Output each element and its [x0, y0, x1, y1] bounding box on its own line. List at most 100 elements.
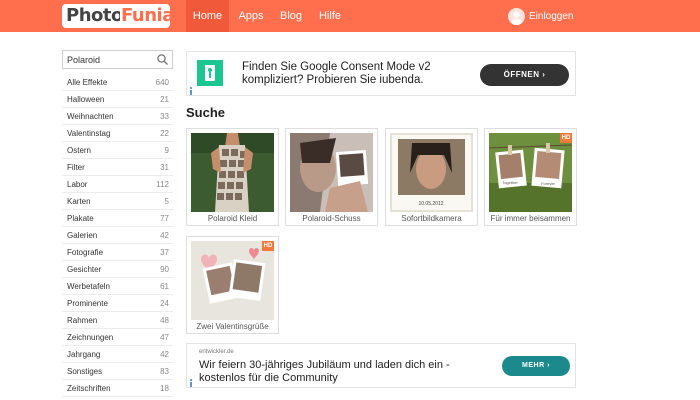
ad-open-button[interactable]: ÖFFNEN ›	[480, 64, 569, 86]
category-count: 90	[160, 265, 169, 274]
ad-info-icon[interactable]	[187, 378, 195, 388]
effect-caption: Für immer beisammen	[490, 214, 571, 223]
category-item[interactable]: Alle Effekte 640	[62, 74, 173, 91]
category-count: 83	[160, 367, 169, 376]
effect-card-polaroid-shot[interactable]: Polaroid-Schuss	[285, 128, 378, 226]
category-name: Plakate	[67, 214, 94, 223]
category-item[interactable]: Filter 31	[62, 159, 173, 176]
category-item[interactable]: Prominente 24	[62, 295, 173, 312]
category-name: Zeitschriften	[67, 384, 111, 393]
nav-blog[interactable]: Blog	[274, 0, 308, 32]
search-input[interactable]	[67, 53, 155, 67]
category-name: Filter	[67, 163, 85, 172]
category-item[interactable]: Zeitschriften 18	[62, 380, 173, 397]
category-count: 24	[160, 299, 169, 308]
category-item[interactable]: Plakate 77	[62, 210, 173, 227]
category-item[interactable]: Zeichnungen 47	[62, 329, 173, 346]
effect-caption: Polaroid Kleid	[207, 214, 258, 223]
lock-icon	[197, 60, 223, 86]
nav-apps[interactable]: Apps	[233, 0, 269, 32]
category-count: 640	[155, 78, 169, 87]
ad-text: Wir feiern 30-jähriges Jubiläum und lade…	[199, 359, 450, 384]
effect-card-two-valentines[interactable]: HD Zwei Valentinsgrüße	[186, 236, 279, 334]
logo-text-funia: Funia	[120, 4, 174, 28]
category-name: Fotografie	[67, 248, 104, 257]
category-item[interactable]: Fotografie 37	[62, 244, 173, 261]
category-count: 22	[160, 129, 169, 138]
ad-banner-top[interactable]: Finden Sie Google Consent Mode v2 kompli…	[186, 51, 576, 96]
photo-date-text: 10.05.2012	[418, 201, 443, 207]
category-name: Alle Effekte	[67, 78, 108, 87]
category-item[interactable]: Gesichter 90	[62, 261, 173, 278]
login-label: Einloggen	[529, 11, 574, 22]
category-count: 9	[164, 146, 169, 155]
effect-thumbnail	[191, 133, 274, 212]
effect-card-polaroid-dress[interactable]: Polaroid Kleid	[186, 128, 279, 226]
ad-brand: entwickler.de	[199, 349, 234, 355]
effect-thumbnail: HD	[191, 241, 274, 320]
category-count: 18	[160, 384, 169, 393]
category-item[interactable]: Sonstiges 83	[62, 363, 173, 380]
logo-text-photo: Photo	[62, 4, 123, 28]
hd-badge: HD	[560, 133, 572, 143]
page-title: Suche	[186, 105, 226, 120]
effect-card-together-forever[interactable]: Together Forever HD Für immer beisammen	[484, 128, 577, 226]
ad-open-label: ÖFFNEN	[503, 70, 540, 79]
search-icon[interactable]	[156, 53, 169, 66]
category-item[interactable]: Karten 5	[62, 193, 173, 210]
category-count: 33	[160, 112, 169, 121]
category-item[interactable]: Halloween 21	[62, 91, 173, 108]
category-name: Rahmen	[67, 316, 98, 325]
nav-home[interactable]: Home	[186, 0, 229, 32]
category-name: Valentinstag	[67, 129, 111, 138]
category-count: 77	[160, 214, 169, 223]
category-list: Alle Effekte 640 Halloween 21 Weihnachten 3…	[62, 74, 173, 397]
effect-caption: Sofortbildkamera	[401, 214, 462, 223]
category-item[interactable]: Rahmen 48	[62, 312, 173, 329]
category-count: 21	[160, 95, 169, 104]
category-name: Galerien	[67, 231, 98, 240]
category-count: 37	[160, 248, 169, 257]
category-name: Karten	[67, 197, 91, 206]
effect-thumbnail: Together Forever HD	[489, 133, 572, 212]
category-name: Zeichnungen	[67, 333, 114, 342]
photo-label-left: Together	[502, 180, 518, 185]
category-count: 48	[160, 316, 169, 325]
user-avatar-icon	[508, 8, 525, 25]
category-count: 112	[156, 180, 169, 189]
category-item[interactable]: Jahrgang 42	[62, 346, 173, 363]
category-name: Gesichter	[67, 265, 102, 274]
category-item[interactable]: Galerien 42	[62, 227, 173, 244]
category-name: Jahrgang	[67, 350, 101, 359]
category-name: Prominente	[67, 299, 108, 308]
top-navigation-bar: Photo Funia Home Apps Blog Hilfe Einlogg…	[0, 0, 700, 32]
category-item[interactable]: Labor 112	[62, 176, 173, 193]
hd-badge: HD	[262, 241, 274, 251]
photo-label-right: Forever	[541, 181, 555, 186]
category-name: Weihnachten	[67, 112, 114, 121]
ad-banner-bottom[interactable]: entwickler.de Wir feiern 30-jähriges Jub…	[186, 343, 576, 388]
category-name: Sonstiges	[67, 367, 103, 376]
effect-thumbnail: 10.05.2012	[390, 133, 473, 212]
effect-caption: Zwei Valentinsgrüße	[196, 322, 269, 331]
category-name: Werbetafeln	[67, 282, 110, 291]
effect-thumbnail	[290, 133, 373, 212]
category-name: Labor	[67, 180, 88, 189]
effect-card-instant-camera[interactable]: 10.05.2012 Sofortbildkamera	[385, 128, 478, 226]
category-item[interactable]: Weihnachten 33	[62, 108, 173, 125]
effect-caption: Polaroid-Schuss	[302, 214, 361, 223]
category-count: 42	[160, 231, 169, 240]
ad-more-label: MEHR	[522, 362, 545, 369]
category-count: 42	[160, 350, 169, 359]
category-item[interactable]: Werbetafeln 61	[62, 278, 173, 295]
ad-info-icon[interactable]	[187, 86, 195, 96]
ad-text: Finden Sie Google Consent Mode v2 kompli…	[242, 61, 431, 86]
category-item[interactable]: Valentinstag 22	[62, 125, 173, 142]
category-name: Halloween	[67, 95, 105, 104]
category-count: 31	[160, 163, 169, 172]
category-item[interactable]: Ostern 9	[62, 142, 173, 159]
category-count: 5	[164, 197, 169, 206]
nav-hilfe[interactable]: Hilfe	[312, 0, 348, 32]
category-count: 61	[160, 282, 169, 291]
ad-more-button[interactable]: MEHR ›	[502, 356, 570, 376]
